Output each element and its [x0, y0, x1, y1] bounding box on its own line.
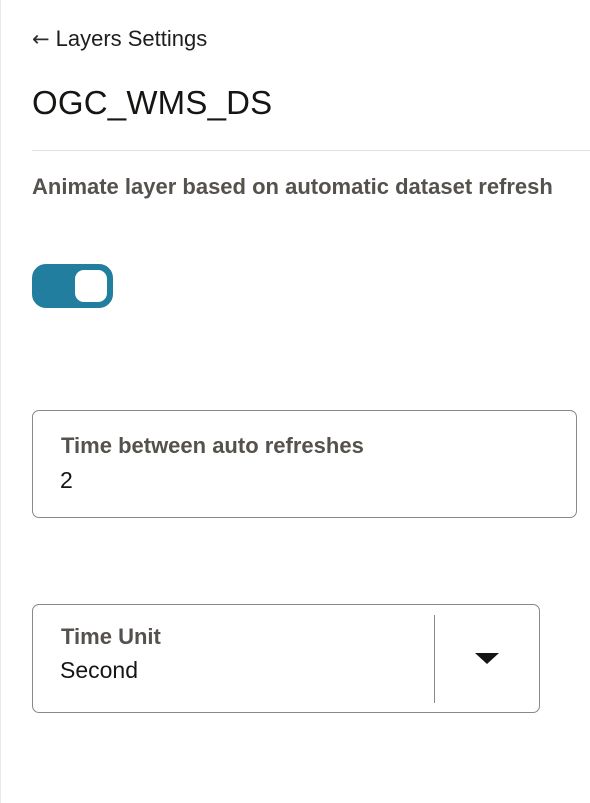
back-link[interactable]: ← Layers Settings [32, 26, 207, 52]
back-link-label: Layers Settings [55, 26, 208, 51]
page-title: OGC_WMS_DS [32, 84, 273, 121]
refresh-interval-label: Time between auto refreshes [61, 433, 364, 458]
time-unit-select[interactable]: Time Unit Second [32, 604, 540, 713]
caret-down-icon [475, 652, 499, 664]
time-unit-dropdown-button[interactable] [435, 605, 539, 711]
time-unit-label: Time Unit [61, 624, 161, 649]
animate-toggle-label: Animate layer based on automatic dataset… [32, 174, 553, 199]
layer-settings-panel: ← Layers Settings OGC_WMS_DS Animate lay… [0, 0, 590, 803]
divider [32, 150, 590, 151]
refresh-interval-input[interactable] [60, 467, 540, 494]
back-arrow-icon: ← [32, 26, 50, 51]
toggle-knob [75, 270, 107, 302]
refresh-interval-field[interactable]: Time between auto refreshes [32, 410, 577, 518]
animate-toggle[interactable] [32, 264, 113, 308]
time-unit-value[interactable]: Second [60, 657, 138, 684]
